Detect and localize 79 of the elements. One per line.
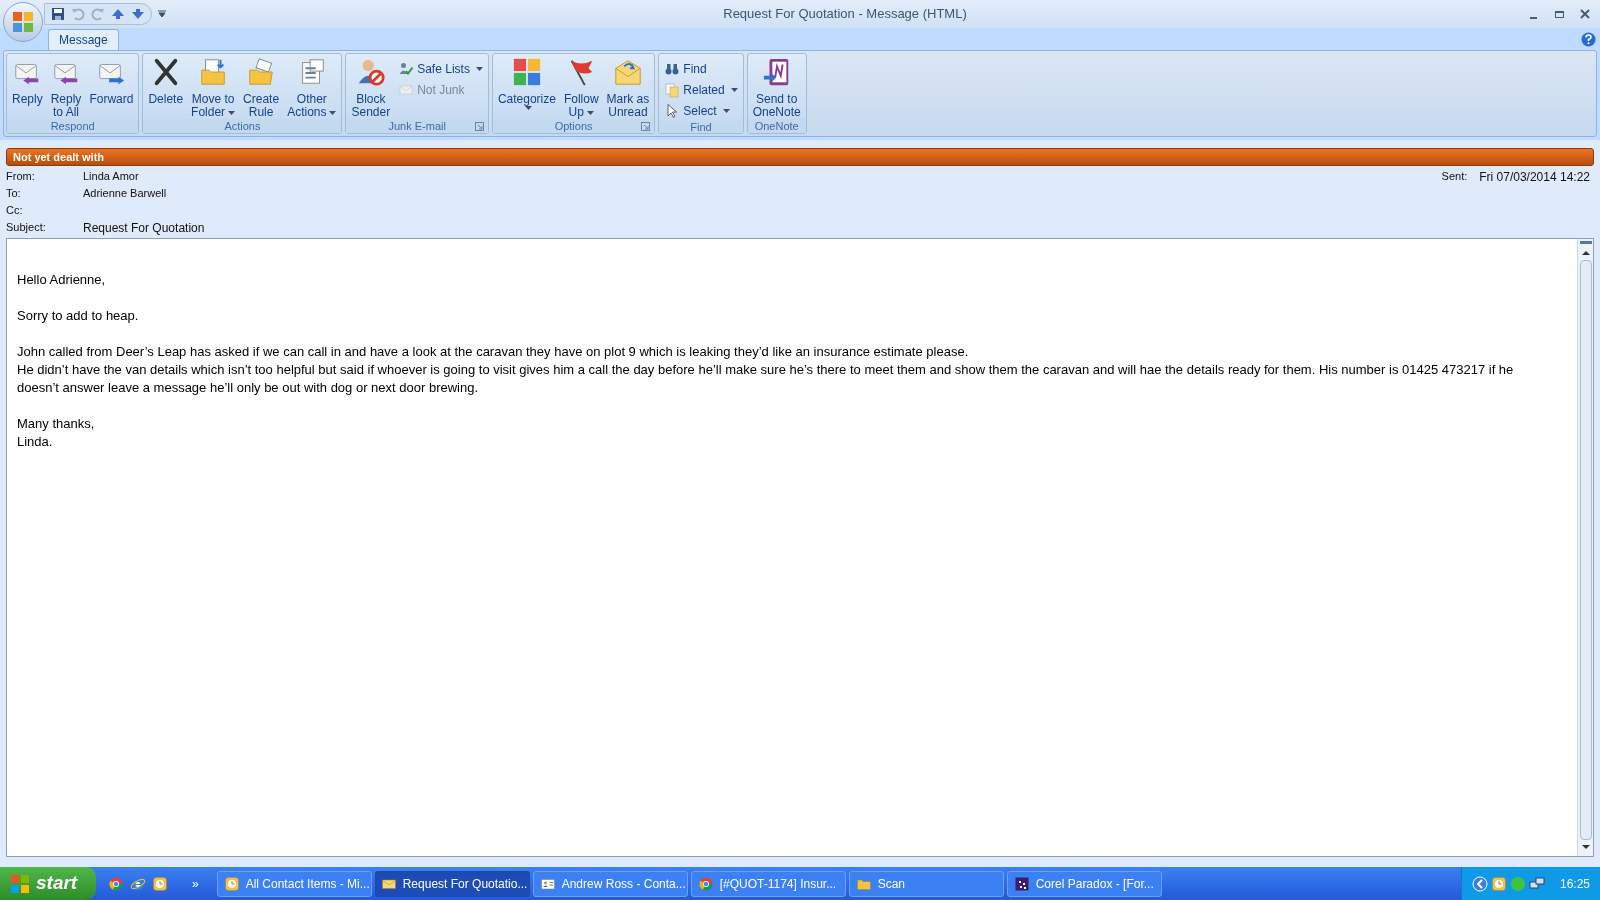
save-icon[interactable] — [51, 7, 65, 21]
overflow-chevron[interactable]: » — [192, 874, 199, 893]
ribbon-button[interactable]: Safe Lists — [395, 58, 486, 79]
message-text: John called from Deer’s Leap has asked if we can call in and have a look at the caravan they have on plot 9 which is leaking they’d like an insurance estimate please. — [17, 343, 970, 361]
flag-banner: Not yet dealt with — [6, 148, 1594, 166]
status-dot-icon[interactable] — [1509, 875, 1526, 892]
windows-logo-icon — [10, 873, 30, 894]
taskbar-button[interactable]: Corel Paradox - [For... — [1006, 870, 1162, 897]
window-title: Request For Quotation - Message (HTML) — [723, 5, 967, 24]
header-value: Linda Amor — [83, 169, 139, 185]
ribbon-button[interactable]: Other Actions — [284, 54, 340, 119]
ribbon-tab[interactable]: Message — [48, 29, 119, 50]
header-label: Subject: — [6, 220, 47, 236]
ribbon-button[interactable]: Send to OneNote — [749, 54, 804, 119]
network-icon[interactable] — [1528, 875, 1545, 892]
group-label: OneNote — [754, 120, 799, 132]
chevron-left-icon[interactable] — [1471, 875, 1488, 892]
people-check-icon — [398, 60, 415, 77]
ribbon-button[interactable]: Categorize — [494, 54, 559, 110]
message-text: Sorry to add to heap. — [17, 307, 140, 325]
caret-icon — [722, 108, 730, 113]
up-arrow-icon[interactable] — [111, 7, 125, 21]
office-logo-icon — [11, 10, 35, 34]
ribbon-button[interactable]: Reply to All — [47, 54, 85, 119]
group-label: Actions — [224, 120, 261, 132]
customize-caret-icon[interactable] — [158, 10, 166, 18]
sent-value: Fri 07/03/2014 14:22 — [1479, 168, 1590, 186]
taskbar-button[interactable]: All Contact Items - Mi... — [216, 870, 372, 897]
header-label: Cc: — [6, 203, 24, 219]
ribbon-button[interactable]: Block Sender — [348, 54, 394, 119]
ribbon-button[interactable]: Follow Up — [560, 54, 602, 119]
message-text: He didn’t have the van details which isn’t too helpful but said if whoever is going to visit gives him a call the day before he’ll make sure he’s there to meet them and show them the caravan and will hae the details ready for them. His number is 01425 473217 if he doesn’t answer leave a message he’ll only be out with dog or next door brewing. — [17, 361, 1515, 397]
scroll-up-icon[interactable] — [1580, 248, 1591, 258]
office-logo-button[interactable] — [3, 2, 43, 42]
message-text: Hello Adrienne, — [17, 271, 107, 289]
ribbon-button[interactable]: Move to Folder — [188, 54, 239, 119]
group-label: Respond — [50, 120, 95, 132]
ribbon-button[interactable]: Forward — [86, 54, 137, 106]
taskbar-button[interactable]: Scan — [848, 870, 1004, 897]
ribbon-button[interactable]: Reply — [9, 54, 46, 106]
caret-icon — [228, 110, 236, 115]
ribbon-button[interactable]: Mark as Unread — [603, 54, 653, 119]
scroll-down-icon[interactable] — [1580, 842, 1591, 852]
caret-icon — [475, 66, 483, 71]
documents-icon — [664, 81, 681, 98]
group-label: Options — [554, 120, 593, 132]
ribbon-button[interactable]: Delete — [145, 54, 187, 106]
group-label: Find — [690, 121, 712, 133]
message-text: Many thanks, — [17, 415, 96, 433]
taskbar-button[interactable]: Andrew Ross - Conta... — [532, 870, 688, 897]
header-label: From: — [6, 169, 36, 185]
scrollbar[interactable] — [1577, 239, 1593, 856]
scroll-thumb[interactable] — [1579, 260, 1592, 840]
envelope-icon — [612, 57, 643, 87]
browser-icon — [697, 875, 714, 892]
color-grid-icon — [511, 57, 542, 87]
message-text: Linda. — [17, 433, 54, 451]
caret-icon — [329, 110, 337, 115]
taskbar-button[interactable]: Request For Quotatio... — [374, 870, 530, 897]
sent-label: Sent: — [1441, 169, 1468, 185]
header-label: To: — [6, 186, 22, 202]
grid-app-icon — [1013, 875, 1030, 892]
caret-icon — [586, 110, 594, 115]
taskbar-button[interactable]: [#QUOT-1174] Insur... — [690, 870, 846, 897]
dialog-launcher-icon[interactable] — [641, 122, 651, 131]
ribbon-button[interactable]: Create Rule — [240, 54, 283, 119]
dialog-launcher-icon[interactable] — [474, 122, 484, 131]
help-icon[interactable] — [1581, 32, 1596, 47]
ribbon-button[interactable]: Find — [661, 58, 741, 79]
down-arrow-icon[interactable] — [131, 7, 145, 21]
ribbon-button[interactable]: Select — [661, 100, 741, 121]
clock: 16:25 — [1559, 875, 1590, 893]
header-value: Adrienne Barwell — [83, 186, 167, 202]
ribbon-button[interactable]: Related — [661, 79, 741, 100]
caret-icon — [730, 87, 738, 92]
caret-icon — [524, 106, 532, 110]
header-value: Request For Quotation — [83, 219, 205, 237]
group-label: Junk E-mail — [388, 120, 446, 132]
browser-icon — [108, 875, 124, 892]
